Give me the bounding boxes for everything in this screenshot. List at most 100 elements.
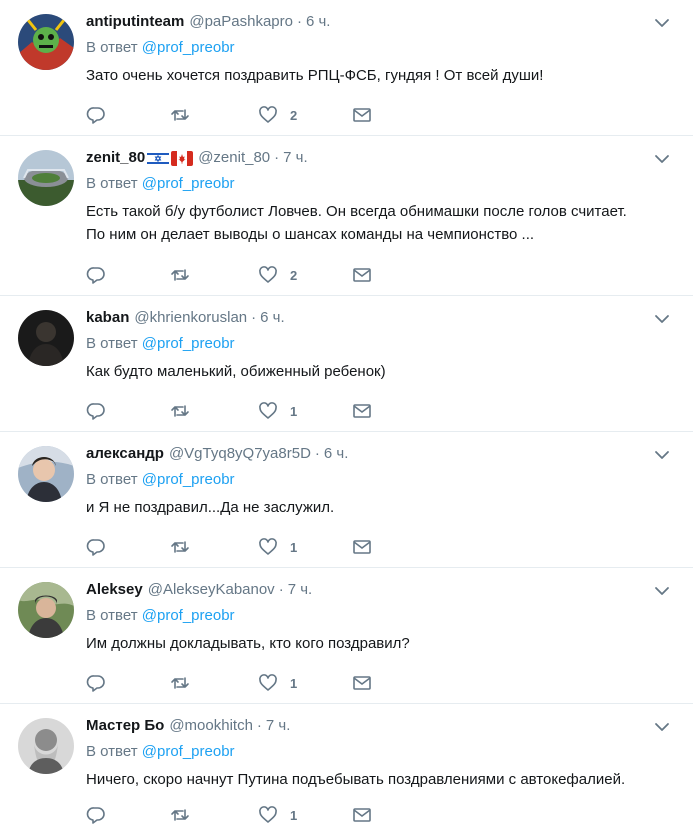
like-button[interactable]: 1: [258, 673, 352, 693]
like-button[interactable]: 1: [258, 401, 352, 421]
avatar[interactable]: [18, 14, 74, 70]
timestamp[interactable]: 6 ч.: [260, 306, 285, 330]
replying-label: В ответ: [86, 39, 138, 56]
reply-button[interactable]: [86, 537, 170, 557]
tweet-text-line: Есть такой б/у футболист Ловчев. Он всег…: [86, 203, 627, 220]
separator-dot: ·: [314, 445, 320, 462]
direct-message-button[interactable]: [352, 805, 372, 825]
tweet-feed: antiputinteam @paPashkapro · 6 ч. В отве…: [0, 0, 693, 835]
reply-button[interactable]: [86, 805, 170, 825]
replying-label: В ответ: [86, 607, 138, 624]
tweet-text-line: Им должны докладывать, кто кого поздрави…: [86, 635, 410, 652]
avatar[interactable]: [18, 150, 74, 206]
tweet-actions: 1: [86, 537, 372, 557]
user-name[interactable]: kaban: [86, 306, 129, 330]
separator-dot: ·: [296, 13, 302, 30]
chevron-down-icon[interactable]: [653, 718, 671, 736]
envelope-icon: [353, 268, 371, 282]
replying-label: В ответ: [86, 335, 138, 352]
direct-message-button[interactable]: [352, 265, 372, 285]
reply-button[interactable]: [86, 401, 170, 421]
mention-link[interactable]: @prof_preobr: [142, 471, 235, 488]
replying-to: В ответ @prof_preobr: [86, 742, 679, 762]
user-handle[interactable]: @AlekseyKabanov: [148, 578, 275, 602]
mention-link[interactable]: @prof_preobr: [142, 335, 235, 352]
user-name[interactable]: Aleksey: [86, 578, 143, 602]
like-button[interactable]: 2: [258, 265, 352, 285]
chevron-down-icon[interactable]: [653, 582, 671, 600]
heart-icon: [259, 674, 277, 691]
user-handle[interactable]: @mookhitch: [169, 714, 253, 738]
timestamp[interactable]: 7 ч.: [266, 714, 291, 738]
replying-to: В ответ @prof_preobr: [86, 174, 679, 194]
tweet-text: Зато очень хочется поздравить РПЦ-ФСБ, г…: [86, 64, 679, 87]
chevron-down-icon[interactable]: [653, 14, 671, 32]
user-handle[interactable]: @khrienkoruslan: [134, 306, 247, 330]
like-button[interactable]: 1: [258, 805, 352, 825]
avatar[interactable]: [18, 718, 74, 774]
timestamp[interactable]: 7 ч.: [288, 578, 313, 602]
user-name[interactable]: александр: [86, 442, 164, 466]
tweet-header: zenit_80 @zenit_80 · 7 ч.: [86, 146, 679, 170]
mention-link[interactable]: @prof_preobr: [142, 743, 235, 760]
tweet-actions: 2: [86, 105, 372, 125]
replying-label: В ответ: [86, 743, 138, 760]
user-name[interactable]: antiputinteam: [86, 10, 184, 34]
replying-label: В ответ: [86, 175, 138, 192]
direct-message-button[interactable]: [352, 401, 372, 421]
mention-link[interactable]: @prof_preobr: [142, 39, 235, 56]
reply-button[interactable]: [86, 105, 170, 125]
direct-message-button[interactable]: [352, 105, 372, 125]
user-handle[interactable]: @zenit_80: [198, 146, 270, 170]
chevron-down-icon[interactable]: [653, 150, 671, 168]
like-count: 1: [290, 403, 298, 419]
separator-dot: ·: [278, 581, 284, 598]
tweet-text-line: Ничего, скоро начнут Путина подъебывать …: [86, 771, 626, 788]
chevron-down-icon[interactable]: [653, 310, 671, 328]
tweet-text-line: Как будто маленький, обиженный ребенок): [86, 363, 386, 380]
timestamp[interactable]: 6 ч.: [306, 10, 331, 34]
tweet[interactable]: antiputinteam @paPashkapro · 6 ч. В отве…: [0, 0, 693, 136]
user-name[interactable]: Мастер Бо: [86, 714, 164, 738]
direct-message-button[interactable]: [352, 673, 372, 693]
chevron-down-icon[interactable]: [653, 446, 671, 464]
flag-emojis: [147, 150, 194, 166]
envelope-icon: [353, 540, 371, 554]
retweet-button[interactable]: [170, 105, 258, 125]
tweet-header: Aleksey @AlekseyKabanov · 7 ч.: [86, 578, 679, 602]
timestamp[interactable]: 7 ч.: [283, 146, 308, 170]
timestamp[interactable]: 6 ч.: [324, 442, 349, 466]
reply-icon: [86, 403, 105, 420]
reply-button[interactable]: [86, 673, 170, 693]
like-button[interactable]: 2: [258, 105, 352, 125]
separator-dot: ·: [251, 309, 257, 326]
mention-link[interactable]: @prof_preobr: [142, 175, 235, 192]
tweet[interactable]: kaban @khrienkoruslan · 6 ч. В ответ @pr…: [0, 296, 693, 432]
tweet[interactable]: Мастер Бо @mookhitch · 7 ч. В ответ @pro…: [0, 704, 693, 835]
tweet[interactable]: александр @VgTyq8yQ7ya8r5D · 6 ч. В отве…: [0, 432, 693, 568]
retweet-button[interactable]: [170, 673, 258, 693]
envelope-icon: [353, 676, 371, 690]
avatar[interactable]: [18, 310, 74, 366]
heart-icon: [259, 402, 277, 419]
retweet-button[interactable]: [170, 401, 258, 421]
retweet-button[interactable]: [170, 265, 258, 285]
retweet-button[interactable]: [170, 805, 258, 825]
envelope-icon: [353, 808, 371, 822]
avatar[interactable]: [18, 446, 74, 502]
user-handle[interactable]: @VgTyq8yQ7ya8r5D: [169, 442, 311, 466]
canada-flag-icon: [171, 150, 194, 166]
tweet[interactable]: Aleksey @AlekseyKabanov · 7 ч. В ответ @…: [0, 568, 693, 704]
reply-button[interactable]: [86, 265, 170, 285]
direct-message-button[interactable]: [352, 537, 372, 557]
tweet-text: Ничего, скоро начнут Путина подъебывать …: [86, 768, 679, 791]
user-handle[interactable]: @paPashkapro: [189, 10, 293, 34]
retweet-icon: [171, 677, 189, 689]
like-button[interactable]: 1: [258, 537, 352, 557]
avatar[interactable]: [18, 582, 74, 638]
tweet-text: Есть такой б/у футболист Ловчев. Он всег…: [86, 200, 679, 246]
mention-link[interactable]: @prof_preobr: [142, 607, 235, 624]
retweet-button[interactable]: [170, 537, 258, 557]
tweet[interactable]: zenit_80 @zenit_80 · 7 ч. В ответ @prof_…: [0, 136, 693, 296]
user-name[interactable]: zenit_80: [86, 146, 145, 170]
